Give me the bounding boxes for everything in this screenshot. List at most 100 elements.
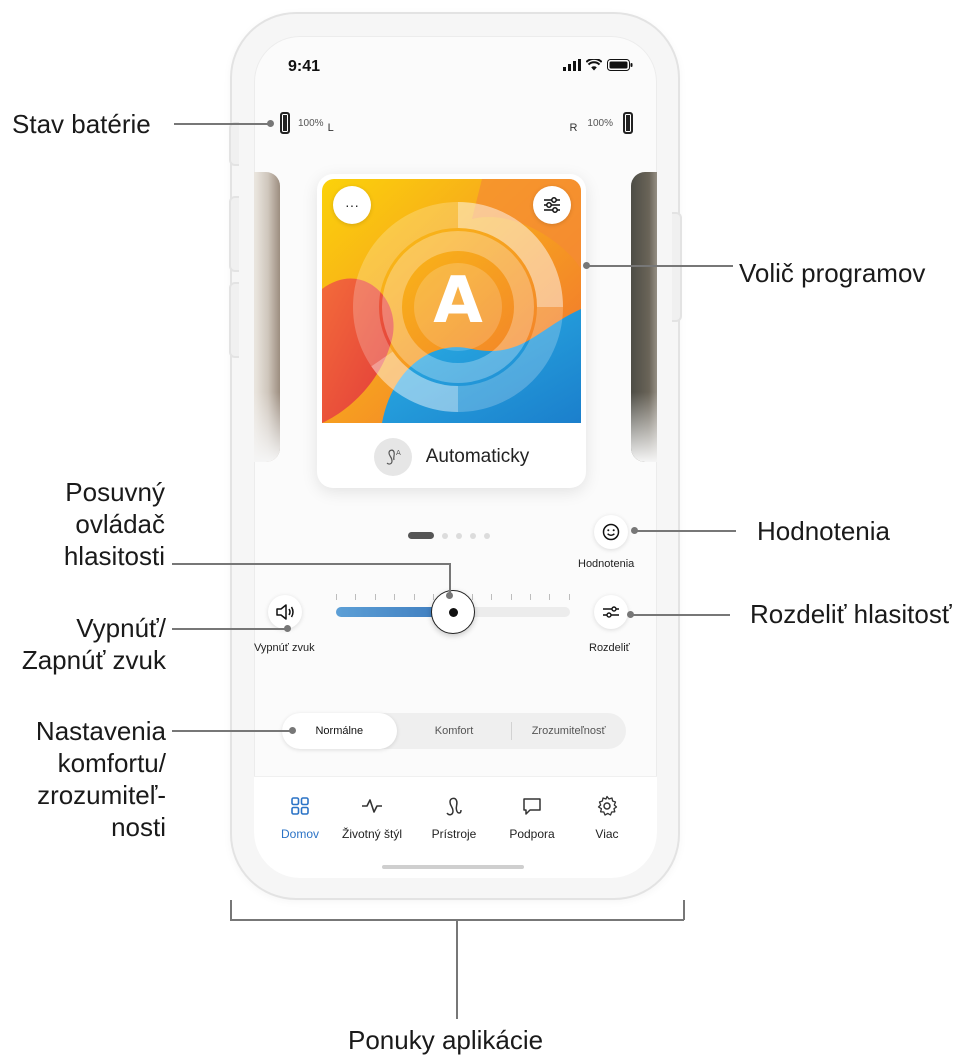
program-footer: A Automaticky	[317, 428, 586, 486]
phone-volume-up-button	[229, 196, 239, 272]
program-settings-button[interactable]	[533, 186, 571, 224]
wifi-icon	[586, 59, 602, 71]
smiley-icon	[602, 523, 620, 541]
program-more-button[interactable]: ···	[333, 186, 371, 224]
leader-mute	[172, 628, 288, 630]
battery-right-side: R	[569, 122, 578, 134]
callout-comfort-line4: nosti	[111, 812, 166, 842]
tab-more-label: Viac	[595, 827, 619, 841]
callout-mute-line2: Zapnúť zvuk	[21, 645, 166, 675]
phone-side-button	[229, 122, 239, 166]
volume-slider-thumb[interactable]	[431, 590, 475, 634]
program-card[interactable]: A ··· A Automaticky	[317, 174, 586, 488]
callout-mute-line1: Vypnúť/	[76, 613, 166, 643]
leader-battery	[174, 123, 270, 125]
callout-volume-slider-line1: Posuvný	[65, 477, 165, 507]
battery-right: R 100%	[569, 112, 633, 134]
phone-screen: 9:41 100% L R 100% A ··· A Automaticky H…	[254, 36, 657, 878]
page-dot	[484, 532, 490, 539]
tab-home[interactable]: Domov	[260, 795, 340, 841]
mute-button[interactable]	[268, 595, 302, 629]
callout-volume-slider-line3: hlasitosti	[63, 541, 165, 571]
callout-menus: Ponuky aplikácie	[348, 1025, 544, 1055]
tab-home-label: Domov	[280, 827, 319, 841]
leader-dot-mute	[284, 625, 291, 632]
battery-left-icon	[280, 112, 290, 134]
tab-support[interactable]: Podpora	[492, 795, 572, 841]
battery-left-percent: 100%	[298, 117, 324, 129]
leader-split	[630, 614, 730, 616]
callout-comfort-line1: Nastavenia	[35, 716, 166, 746]
leader-volume-slider	[172, 563, 450, 565]
home-indicator	[382, 865, 524, 869]
tab-lifestyle-label: Životný štýl	[341, 827, 402, 841]
callout-volume-slider: Posuvný ovládač hlasitosti	[40, 476, 165, 572]
status-time: 9:41	[288, 58, 321, 75]
battery-left: 100% L	[280, 112, 334, 134]
hearing-aid-auto-icon: A	[373, 438, 412, 476]
bracket-menus-stem	[456, 919, 458, 1019]
cellular-signal-icon	[563, 59, 581, 71]
grid-icon	[291, 797, 309, 815]
comfort-option-comfort[interactable]: Komfort	[397, 713, 512, 749]
chat-icon	[523, 798, 541, 815]
leader-dot-volume-slider	[446, 592, 453, 599]
callout-mute: Vypnúť/ Zapnúť zvuk	[0, 612, 166, 676]
split-sliders-icon	[603, 606, 619, 618]
comfort-option-clarity[interactable]: Zrozumiteľnosť	[511, 713, 626, 749]
leader-program-selector	[586, 265, 733, 267]
page-dot	[442, 532, 448, 539]
callout-comfort: Nastavenia komfortu/ zrozumiteľ- nosti	[0, 715, 166, 843]
bracket-menus-left	[230, 900, 232, 920]
phone-volume-down-button	[229, 282, 239, 358]
split-label: Rozdeliť	[589, 642, 630, 654]
battery-right-percent: 100%	[587, 117, 613, 129]
carousel-page-indicator	[408, 532, 490, 539]
phone-battery-icon	[607, 59, 633, 71]
callout-split: Rozdeliť hlasitosť	[750, 599, 952, 629]
program-letter: A	[433, 264, 483, 338]
callout-volume-slider-line2: ovládač	[75, 509, 165, 539]
tab-devices[interactable]: Prístroje	[414, 795, 494, 841]
page-dot	[456, 532, 462, 539]
svg-text:A: A	[396, 449, 401, 457]
callout-battery: Stav batérie	[12, 109, 151, 139]
comfort-option-normal[interactable]: Normálne	[282, 713, 397, 749]
tab-support-label: Podpora	[509, 827, 555, 841]
leader-dot-split	[627, 611, 634, 618]
split-volume-button[interactable]	[594, 595, 628, 629]
leader-dot-program-selector	[583, 262, 590, 269]
ratings-label: Hodnotenia	[578, 558, 635, 570]
ratings-button[interactable]	[594, 515, 628, 549]
program-card-previous[interactable]	[254, 172, 280, 462]
hearing-aid-icon	[446, 797, 462, 816]
gear-icon	[597, 795, 618, 816]
battery-right-icon	[623, 112, 633, 134]
callout-comfort-line2: komfortu/	[57, 748, 166, 778]
speaker-icon	[276, 604, 294, 620]
tab-devices-label: Prístroje	[431, 827, 477, 841]
program-name: Automaticky	[425, 446, 530, 467]
leader-dot-battery	[267, 120, 274, 127]
leader-comfort	[172, 730, 292, 732]
tab-lifestyle[interactable]: Životný štýl	[332, 795, 412, 841]
comfort-segmented-control: Normálne Komfort Zrozumiteľnosť	[282, 713, 626, 749]
mute-label: Vypnúť zvuk	[254, 642, 315, 654]
sliders-icon	[544, 197, 560, 213]
leader-dot-ratings	[631, 527, 638, 534]
activity-icon	[362, 799, 382, 813]
bracket-menus-right	[683, 900, 685, 920]
callout-comfort-line3: zrozumiteľ-	[37, 780, 166, 810]
phone-power-button	[672, 212, 682, 322]
tab-bar: Domov Životný štýl Prístroje Podpora Via…	[254, 776, 657, 878]
status-icons	[563, 59, 633, 71]
leader-ratings	[634, 530, 736, 532]
callout-ratings: Hodnotenia	[757, 516, 890, 546]
program-card-next[interactable]	[631, 172, 657, 462]
callout-program-selector: Volič programov	[739, 258, 926, 288]
more-icon: ···	[345, 197, 359, 213]
battery-left-side: L	[327, 122, 334, 134]
page-dot	[470, 532, 476, 539]
tab-more[interactable]: Viac	[567, 795, 647, 841]
leader-dot-comfort	[289, 727, 296, 734]
